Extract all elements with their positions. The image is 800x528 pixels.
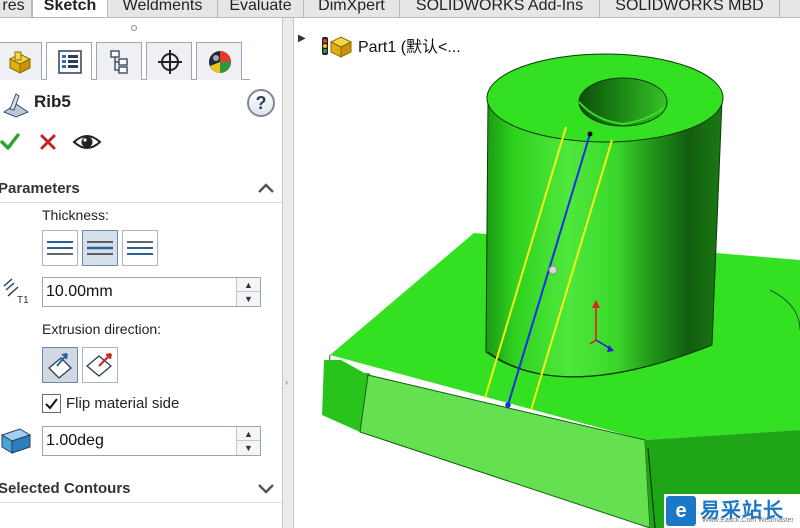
manager-pane-tabs [0, 42, 250, 80]
chevron-down-icon[interactable] [256, 480, 276, 496]
feature-title: Rib5 [34, 92, 71, 111]
cylinder-hole [578, 77, 668, 127]
splitter-arrow-icon[interactable]: › [285, 376, 291, 388]
part-tree-label[interactable]: Part1 (默认<... [358, 33, 461, 57]
command-manager-tabs: res Sketch Weldments Evaluate DimXpert S… [0, 0, 800, 18]
tab-dimxpert[interactable]: DimXpert [304, 0, 400, 17]
draft-angle-icon[interactable] [0, 423, 34, 457]
thickness-dimension-icon: T1 [3, 278, 29, 306]
display-manager-tab[interactable] [196, 42, 242, 80]
thickness-increase-button[interactable]: ▲ [236, 278, 260, 292]
normal-to-sketch-button[interactable] [82, 347, 118, 383]
part-model-view[interactable] [294, 18, 800, 528]
graphics-area[interactable]: ▶ Part1 (默认<... [294, 18, 800, 528]
draft-angle-spinbox[interactable]: ▲ ▼ [42, 426, 261, 456]
part-icon[interactable] [320, 29, 354, 59]
help-button[interactable]: ? [247, 89, 275, 117]
spin-down-icon: ▼ [244, 443, 253, 453]
normal-to-sketch-icon [85, 353, 113, 377]
panel-grip[interactable] [131, 25, 137, 31]
detailed-preview-eye-icon[interactable] [72, 132, 102, 152]
display-manager-icon [209, 51, 231, 73]
tab-solidworks-add-ins[interactable]: SOLIDWORKS Add-Ins [400, 0, 600, 17]
configuration-manager-icon [110, 50, 128, 74]
thickness-both-sides-button[interactable] [82, 230, 118, 266]
thickness-decrease-button[interactable]: ▼ [236, 292, 260, 306]
spin-down-icon: ▼ [244, 294, 253, 304]
thickness-both-sides-icon [87, 241, 113, 255]
cancel-x-icon[interactable] [38, 131, 58, 153]
thickness-second-side-icon [127, 241, 153, 255]
origin-marker [548, 265, 558, 275]
watermark-url: Www.Easck.Com Webmaster [702, 517, 794, 524]
thickness-input[interactable] [44, 279, 234, 305]
property-manager-icon [58, 50, 82, 74]
parallel-to-sketch-icon [48, 353, 72, 379]
dimxpert-manager-icon [158, 50, 182, 74]
draft-increase-button[interactable]: ▲ [236, 427, 260, 441]
parameters-header-label: Parameters [0, 180, 80, 197]
tab-features[interactable]: res [0, 0, 32, 17]
ok-checkmark-icon[interactable] [0, 131, 21, 153]
chevron-up-icon[interactable] [256, 180, 276, 196]
feature-manager-icon [8, 51, 32, 74]
parameters-section-header[interactable]: Parameters [0, 178, 282, 200]
spin-up-icon: ▲ [244, 280, 253, 290]
tab-evaluate[interactable]: Evaluate [218, 0, 304, 17]
rib-feature-icon [2, 93, 30, 118]
sketch-endpoint[interactable] [587, 131, 593, 137]
thickness-spinbox[interactable]: ▲ ▼ [42, 277, 261, 307]
spin-up-icon: ▲ [244, 429, 253, 439]
dimxpert-manager-tab[interactable] [146, 42, 192, 80]
feature-manager-tab[interactable] [0, 42, 42, 80]
parallel-to-sketch-button[interactable] [42, 347, 78, 383]
watermark: e 易采站长站 Www.Easck.Com Webmaster [664, 494, 800, 528]
thickness-first-side-button[interactable] [42, 230, 78, 266]
tab-sketch[interactable]: Sketch [32, 0, 108, 17]
tree-expand-icon[interactable]: ▶ [298, 33, 306, 44]
section-divider [0, 202, 282, 203]
property-manager-tab[interactable] [46, 42, 92, 80]
tab-solidworks-mbd[interactable]: SOLIDWORKS MBD [600, 0, 780, 17]
flip-material-side-label: Flip material side [66, 395, 180, 412]
thickness-second-side-button[interactable] [122, 230, 158, 266]
property-manager-panel: Rib5 ? Parameters Thickness: T1 10.00mm … [0, 18, 282, 528]
draft-decrease-button[interactable]: ▼ [236, 441, 260, 455]
sketch-endpoint[interactable] [505, 402, 511, 408]
thickness-icon-text: T1 [17, 295, 29, 306]
watermark-logo: e [666, 496, 696, 526]
panel-splitter[interactable]: › [282, 18, 294, 528]
selected-contours-header-label: Selected Contours [0, 480, 131, 497]
thickness-first-side-icon [47, 241, 73, 255]
extrusion-direction-label: Extrusion direction: [42, 321, 162, 337]
selected-contours-section-header[interactable]: Selected Contours [0, 478, 282, 500]
draft-angle-input[interactable] [44, 428, 234, 454]
thickness-label: Thickness: [42, 207, 109, 223]
tab-weldments[interactable]: Weldments [108, 0, 218, 17]
flip-material-side-checkbox[interactable] [42, 394, 61, 413]
configuration-manager-tab[interactable] [96, 42, 142, 80]
checkmark-icon [45, 398, 58, 410]
section-divider [0, 502, 282, 503]
